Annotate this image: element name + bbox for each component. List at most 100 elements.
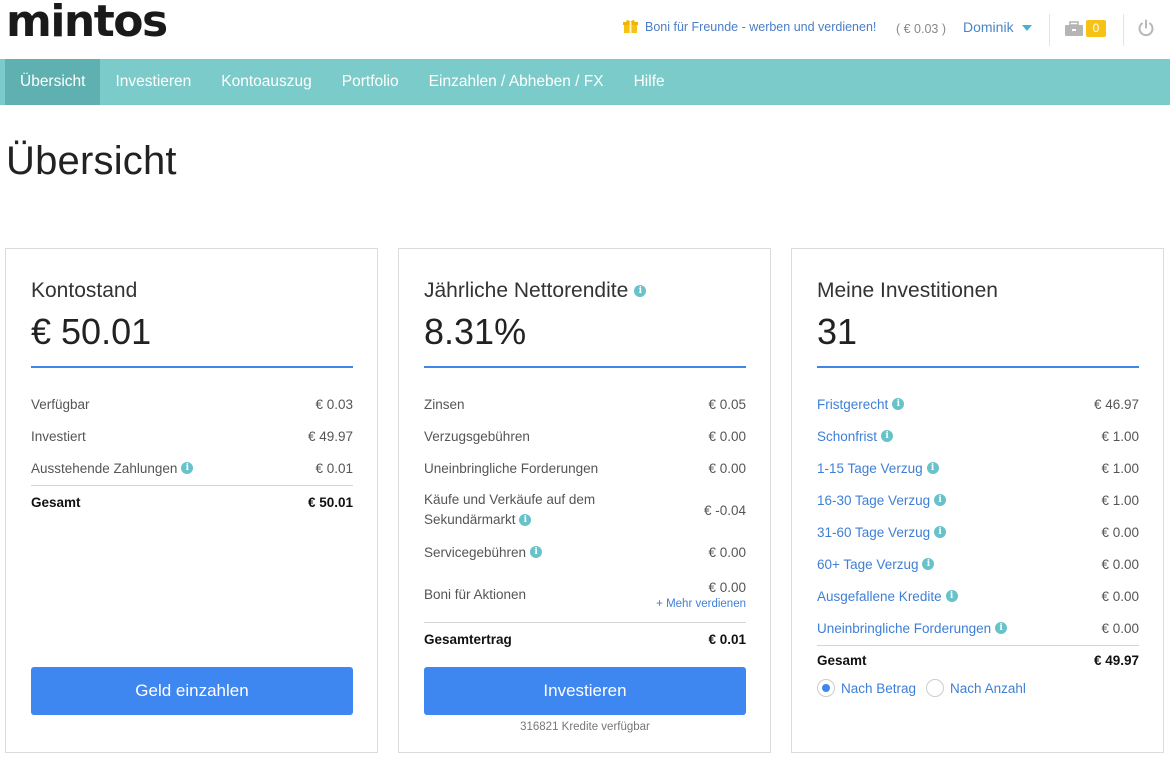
info-icon[interactable]: i — [926, 462, 939, 474]
info-icon[interactable]: i — [934, 494, 947, 506]
row-value: € 49.97 — [307, 428, 353, 444]
row-value: € 46.97 — [1093, 396, 1139, 412]
gift-icon — [623, 19, 638, 34]
radio-label: Nach Betrag — [841, 680, 917, 696]
info-icon[interactable]: i — [934, 526, 947, 538]
nav-item-help[interactable]: Hilfe — [619, 59, 680, 105]
nav-item-deposit-withdraw[interactable]: Einzahlen / Abheben / FX — [414, 59, 619, 105]
row-label[interactable]: Uneinbringliche Forderungen — [817, 621, 991, 636]
investments-count: 31 — [817, 311, 858, 352]
info-icon[interactable]: i — [995, 622, 1008, 634]
total-value: € 50.01 — [307, 494, 353, 510]
row-label: Zinsen — [424, 396, 465, 412]
my-investments-card: Meine Investitionen 31 Fristgerecht i € 4… — [791, 248, 1164, 753]
list-item[interactable]: 16-30 Tage Verzug i € 1.00 — [817, 484, 1139, 516]
header-balance: ( € 0.03 ) — [896, 22, 947, 36]
row-label: Servicegebühren — [424, 544, 527, 560]
card-title-text: Meine Investitionen — [817, 279, 998, 302]
row-value: € 0.00 — [1101, 588, 1139, 604]
info-icon[interactable]: i — [530, 546, 543, 558]
referral-bonus-text: Boni für Freunde - werben und verdienen! — [645, 19, 877, 34]
row-label-with-info: Fristgerecht i — [817, 397, 905, 412]
row-value: € 1.00 — [1101, 492, 1139, 508]
row-label: Käufe und Verkäufe auf dem Sekundärmarkt — [424, 492, 596, 527]
list-item: Verzugsgebühren € 0.00 — [424, 420, 746, 452]
nav-item-invest[interactable]: Investieren — [100, 59, 206, 105]
list-item: Servicegebühren i € 0.00 — [424, 536, 746, 568]
row-label-with-info: Schonfrist i — [817, 429, 894, 444]
row-value: € 0.00 — [708, 579, 746, 595]
list-item[interactable]: Uneinbringliche Forderungen i € 0.00 — [817, 612, 1139, 644]
row-label: Uneinbringliche Forderungen — [424, 460, 599, 476]
card-divider — [817, 366, 1139, 368]
account-balance-amount: € 50.01 — [31, 311, 152, 352]
info-icon[interactable]: i — [922, 558, 935, 570]
info-icon[interactable]: i — [945, 590, 958, 602]
row-value: € 0.00 — [1101, 556, 1139, 572]
list-item: Uneinbringliche Forderungen € 0.00 — [424, 452, 746, 484]
total-value: € 49.97 — [1093, 653, 1139, 668]
list-item: Boni für Aktionen € 0.00 + Mehr verdiene… — [424, 568, 746, 621]
radio-button[interactable] — [926, 679, 945, 697]
list-item[interactable]: 60+ Tage Verzug i € 0.00 — [817, 548, 1139, 580]
page-title: Übersicht — [6, 139, 177, 183]
row-value: € -0.04 — [703, 502, 746, 518]
radio-button-selected[interactable] — [817, 679, 835, 697]
row-label[interactable]: 31-60 Tage Verzug — [817, 525, 930, 540]
list-item[interactable]: Fristgerecht i € 46.97 — [817, 388, 1139, 420]
radio-by-amount[interactable]: Nach Betrag — [817, 679, 916, 697]
briefcase-icon[interactable] — [1064, 21, 1084, 42]
sort-radio-group: Nach Betrag Nach Anzahl — [817, 679, 1026, 697]
info-icon[interactable]: i — [881, 430, 894, 442]
total-label: Gesamt — [817, 653, 867, 668]
deposit-button[interactable]: Geld einzahlen — [31, 667, 353, 715]
list-item: Zinsen € 0.05 — [424, 388, 746, 420]
list-item[interactable]: 31-60 Tage Verzug i € 0.00 — [817, 516, 1139, 548]
list-item[interactable]: Ausgefallene Kredite i € 0.00 — [817, 580, 1139, 612]
row-value-stack: € 0.00 + Mehr verdienen — [656, 580, 746, 610]
investment-rows: Fristgerecht i € 46.97 Schonfrist i € 1.00… — [817, 388, 1139, 675]
row-value: € 0.05 — [708, 396, 746, 412]
card-divider — [31, 366, 353, 368]
mintos-logo[interactable]: mintos — [6, 0, 168, 44]
row-value: € 0.00 — [708, 544, 746, 560]
row-label-with-info: 1-15 Tage Verzug i — [817, 461, 939, 476]
row-label[interactable]: Fristgerecht — [817, 397, 888, 412]
row-label[interactable]: 16-30 Tage Verzug — [817, 493, 930, 508]
row-label-with-info: Ausstehende Zahlungen i — [31, 461, 194, 476]
referral-bonus-link[interactable]: Boni für Freunde - werben und verdienen! — [623, 19, 876, 34]
top-header: mintos Boni für Freunde - werben und ver… — [0, 0, 1170, 59]
row-label[interactable]: Schonfrist — [817, 429, 877, 444]
info-icon[interactable]: i — [519, 514, 532, 527]
account-rows: Verfügbar € 0.03 Investiert € 49.97 Auss… — [31, 388, 353, 518]
row-value: € 1.00 — [1101, 428, 1139, 444]
total-row: Gesamtertrag € 0.01 — [424, 622, 746, 655]
nav-item-portfolio[interactable]: Portfolio — [327, 59, 414, 105]
row-value: € 0.00 — [708, 460, 746, 476]
info-icon[interactable]: i — [892, 398, 905, 410]
row-label: Boni für Aktionen — [424, 586, 527, 602]
card-title: Jährliche Nettorendite i — [424, 279, 647, 303]
list-item[interactable]: Schonfrist i € 1.00 — [817, 420, 1139, 452]
header-divider — [1123, 14, 1124, 46]
info-icon[interactable]: i — [181, 462, 194, 474]
total-label: Gesamt — [31, 494, 81, 510]
earn-more-link[interactable]: + Mehr verdienen — [656, 598, 746, 610]
invest-button[interactable]: Investieren — [424, 667, 746, 715]
radio-by-count[interactable]: Nach Anzahl — [926, 679, 1026, 697]
power-icon[interactable] — [1137, 19, 1155, 42]
notification-badge[interactable]: 0 — [1086, 20, 1106, 37]
row-label[interactable]: 1-15 Tage Verzug — [817, 461, 923, 476]
card-title: Kontostand — [31, 279, 137, 303]
row-value: € 1.00 — [1101, 460, 1139, 476]
row-label[interactable]: 60+ Tage Verzug — [817, 557, 918, 572]
info-icon[interactable]: i — [634, 285, 647, 297]
user-menu[interactable]: Dominik — [963, 19, 1032, 35]
net-yield-card: Jährliche Nettorendite i 8.31% Zinsen € 0… — [398, 248, 771, 753]
row-label[interactable]: Ausgefallene Kredite — [817, 589, 942, 604]
list-item: Ausstehende Zahlungen i € 0.01 — [31, 452, 353, 484]
row-label-with-info: 16-30 Tage Verzug i — [817, 493, 947, 508]
list-item[interactable]: 1-15 Tage Verzug i € 1.00 — [817, 452, 1139, 484]
nav-item-overview[interactable]: Übersicht — [5, 59, 101, 105]
nav-item-statement[interactable]: Kontoauszug — [206, 59, 327, 105]
